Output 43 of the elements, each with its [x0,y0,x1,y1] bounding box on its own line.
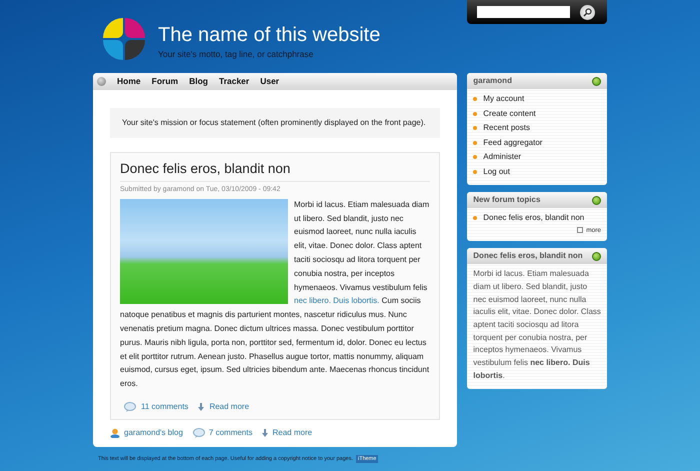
bullet-icon [473,170,478,174]
bullet-icon [473,97,478,102]
bullet-icon [473,112,478,116]
user-icon [110,428,120,438]
search-button[interactable] [580,4,595,20]
block-text: Morbi id lacus. Etiam malesuada diam ut libero. Sed blandit, justo nec euismod laoreet, nunc nulla iaculis elit, vitae. Donec dolor. Class aptent taciti sociosqu ad litora torquent per conubia nostra, per inceptos hymenaeos. Vivamus vestibulum felis nec libero. Duis lobortis. [472,268,602,382]
sidebar-link[interactable]: Feed aggregator [473,136,601,150]
article-title[interactable]: Donec felis eros, blandit non [120,159,430,182]
blog-link[interactable]: garamond's blog [110,426,183,439]
bullet-icon [473,216,478,220]
sidebar-link[interactable]: My account [473,92,601,106]
read-more-link[interactable]: Read more [262,426,312,439]
sidebar-link[interactable]: Log out [473,164,601,179]
comments-link[interactable]: 7 comments [192,426,252,439]
nav-link[interactable]: Tracker [218,75,250,88]
nav-link[interactable]: Home [117,75,141,88]
comments-link[interactable]: 11 comments [124,400,188,413]
sidebar-link[interactable]: Recent posts [473,121,601,136]
nav-link[interactable]: Forum [152,75,178,88]
site-title[interactable]: The name of this website [158,24,380,46]
article-link[interactable]: nec libero. Duis lobortis. [294,296,380,306]
speech-bubble-icon [124,402,136,412]
mission-statement: Your site's mission or focus statement (often prominently displayed on the front page). [110,108,440,138]
article-body: Morbi id lacus. Etiam malesuada diam ut libero. Sed blandit, justo nec euismod laoreet, nunc nulla iaculis elit, vitae. Donec dolor. Class aptent taciti sociosqu ad litora torquent per conubia nostra, per inceptos hymenaeos. Vivamus vestibulum felis nec libero. Duis lobortis. Cum sociis natoque penatibus et magnis dis parturient montes, nascetur ridiculus mus. Nunc venenatis pretium magna. Donec dictum ultrices massa. Donec vestibulum porttitor purus. Mauris nibh ligula, porta non, porttitor sed, fermentum id, dolor. Donec eu lectus et elit porttitor rutrum. Aenean justo. Phasellus augue tortor, mattis nonummy, aliquam euismod, cursus eget, ipsum. Sed ultricies bibendum ante. Maecenas rhoncus tincidunt eros. [120,198,430,390]
speech-bubble-icon [192,428,205,438]
logo-icon [101,16,147,62]
down-arrow-icon [262,428,268,437]
sidebar-link[interactable]: Create content [473,106,601,121]
sidebar-link[interactable]: Administer [473,150,601,164]
site-slogan: Your site's motto, tag line, or catchphrase [158,48,314,61]
nav-link[interactable]: Blog [189,75,208,88]
nav-link[interactable]: User [260,75,280,88]
read-more-link[interactable]: Read more [198,400,250,413]
sidebar-link[interactable]: Donec felis eros, blandit non [473,211,601,226]
block-title: Donec felis eros, blandit non [473,250,583,262]
bullet-icon [473,126,478,130]
bullet-icon [473,140,478,145]
search-icon [583,8,592,16]
bullet-icon [473,155,478,160]
block-title: garamond [473,75,512,87]
block-title: New forum topics [473,194,540,206]
down-arrow-icon [198,402,204,411]
search-field[interactable] [477,6,570,18]
